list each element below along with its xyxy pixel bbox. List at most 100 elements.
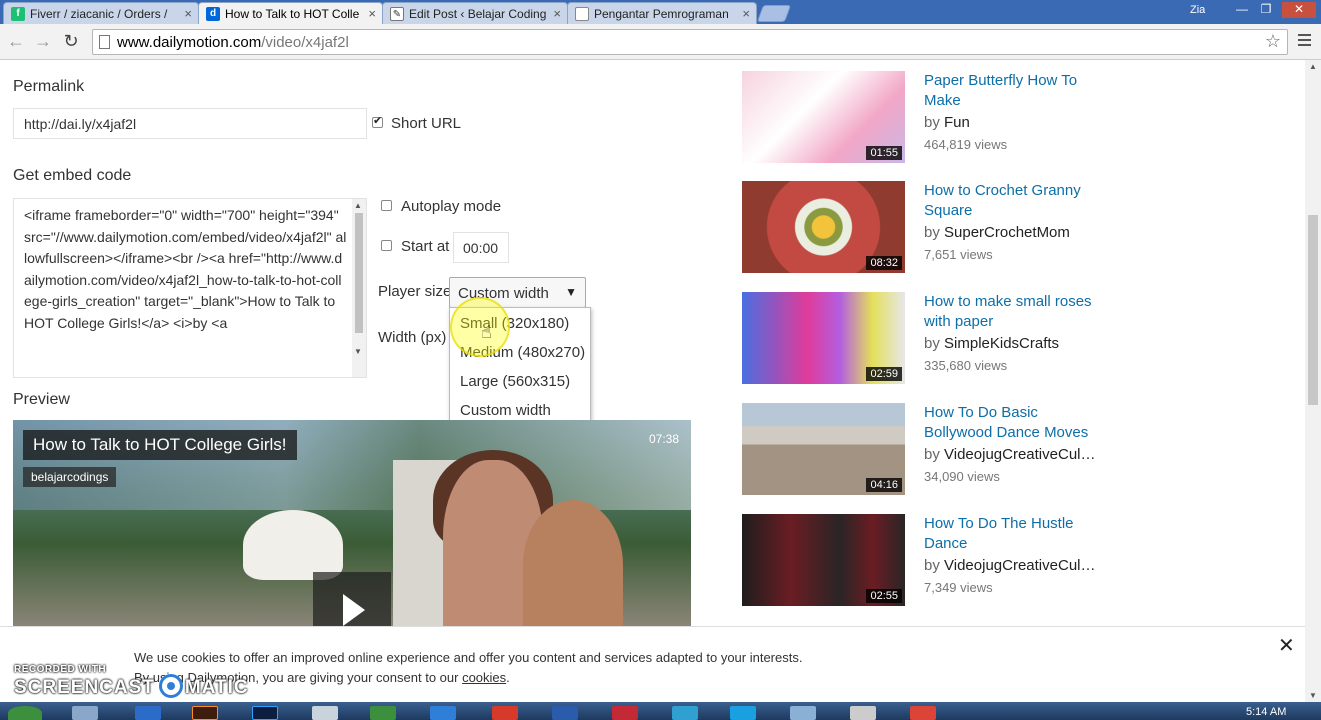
tab-dailymotion[interactable]: d How to Talk to HOT Colle × — [198, 2, 383, 24]
notepad-icon[interactable] — [312, 706, 338, 720]
video-person — [523, 500, 623, 626]
embed-code-label: Get embed code — [13, 167, 132, 184]
tab-label: Pengantar Pemrograman — [594, 7, 729, 21]
profile-name[interactable]: Zia — [1190, 4, 1205, 16]
video-thumbnail[interactable]: 08:32 — [742, 181, 905, 273]
related-views: 7,651 views — [924, 247, 993, 262]
ie-icon[interactable] — [135, 706, 161, 720]
scroll-thumb[interactable] — [355, 213, 363, 333]
app-icon[interactable] — [612, 706, 638, 720]
video-thumbnail[interactable]: 02:59 — [742, 292, 905, 384]
video-thumbnail[interactable]: 01:55 — [742, 71, 905, 163]
video-thumbnail[interactable]: 02:55 — [742, 514, 905, 606]
filezilla-icon[interactable] — [492, 706, 518, 720]
option-custom-width[interactable]: Custom width — [460, 402, 551, 419]
scroll-up-icon[interactable]: ▲ — [1309, 62, 1317, 71]
width-label: Width (px) — [378, 329, 447, 346]
app-icon[interactable] — [790, 706, 816, 720]
permalink-field[interactable]: http://dai.ly/x4jaf2l — [13, 108, 367, 139]
app-icon[interactable] — [672, 706, 698, 720]
hand-cursor-icon: ☝ — [481, 322, 492, 342]
restore-icon[interactable]: ❐ — [1254, 2, 1278, 18]
video-duration: 07:38 — [648, 432, 679, 446]
related-author: by SimpleKidsCrafts — [924, 335, 1060, 352]
related-video[interactable]: 02:55 How To Do The Hustle Dance by Vide… — [742, 514, 1112, 606]
video-thumbnail[interactable]: 04:16 — [742, 403, 905, 495]
word-icon[interactable] — [552, 706, 578, 720]
close-tab-icon[interactable]: × — [368, 6, 376, 21]
scroll-thumb[interactable] — [1308, 215, 1318, 405]
tab-pengantar[interactable]: Pengantar Pemrograman × — [567, 2, 757, 24]
screencast-watermark: RECORDED WITH SCREENCAST MATIC — [14, 664, 249, 699]
close-tab-icon[interactable]: × — [742, 6, 750, 21]
thumbnail-duration: 04:16 — [866, 478, 902, 492]
embed-code-textarea[interactable]: <iframe frameborder="0" width="700" heig… — [13, 198, 367, 378]
textarea-scrollbar[interactable]: ▲ ▼ — [352, 199, 366, 377]
photoshop-icon[interactable] — [252, 706, 278, 720]
watermark-recorded: RECORDED WITH — [14, 664, 107, 675]
video-channel[interactable]: belajarcodings — [23, 467, 117, 487]
minimize-icon[interactable]: — — [1230, 2, 1254, 18]
fiverr-icon: f — [11, 7, 25, 21]
scroll-down-icon[interactable]: ▼ — [1309, 691, 1317, 700]
page-icon — [575, 7, 589, 21]
thumbnail-duration: 08:32 — [866, 256, 902, 270]
start-icon[interactable] — [8, 706, 42, 720]
page-scrollbar[interactable]: ▲ ▼ — [1305, 60, 1321, 702]
scroll-up-icon[interactable]: ▲ — [354, 201, 362, 210]
short-url-checkbox[interactable] — [372, 114, 383, 128]
wordpress-icon: ✎ — [390, 7, 404, 21]
video-title[interactable]: How to Talk to HOT College Girls! — [23, 430, 297, 460]
url-text: www.dailymotion.com/video/x4jaf2l — [117, 34, 349, 51]
tab-label: How to Talk to HOT Colle — [225, 7, 360, 21]
vscode-icon[interactable] — [430, 706, 456, 720]
related-title[interactable]: How to make small roses with paper — [924, 292, 1104, 331]
close-tab-icon[interactable]: × — [553, 6, 561, 21]
watermark-right: MATIC — [184, 677, 249, 698]
bookmark-star-icon[interactable]: ☆ — [1265, 31, 1281, 52]
close-window-icon[interactable]: ✕ — [1282, 2, 1316, 18]
preview-label: Preview — [13, 391, 70, 408]
related-video[interactable]: 02:59 How to make small roses with paper… — [742, 292, 1112, 384]
play-icon[interactable] — [313, 572, 391, 626]
close-tab-icon[interactable]: × — [184, 6, 192, 21]
related-views: 7,349 views — [924, 580, 993, 595]
video-preview[interactable]: How to Talk to HOT College Girls! belaja… — [13, 420, 691, 626]
new-tab-button[interactable] — [756, 5, 792, 22]
reload-icon[interactable]: ↻ — [60, 31, 82, 52]
related-video[interactable]: 08:32 How to Crochet Granny Square by Su… — [742, 181, 1112, 273]
related-views: 34,090 views — [924, 469, 1000, 484]
chrome-icon[interactable] — [910, 706, 936, 720]
close-icon[interactable]: ✕ — [1278, 633, 1295, 658]
related-title[interactable]: How To Do Basic Bollywood Dance Moves — [924, 403, 1104, 442]
tab-fiverr[interactable]: f Fiverr / ziacanic / Orders / × — [3, 2, 199, 24]
related-video[interactable]: 01:55 Paper Butterfly How To Make by Fun… — [742, 71, 1112, 163]
back-icon[interactable]: ← — [5, 31, 27, 52]
start-at-field[interactable]: 00:00 — [453, 232, 509, 263]
taskbar-clock: 5:14 AM — [1246, 706, 1287, 718]
app-icon[interactable] — [370, 706, 396, 720]
thumbnail-duration: 02:59 — [866, 367, 902, 381]
forward-icon[interactable]: → — [32, 31, 54, 52]
menu-icon[interactable] — [1298, 34, 1311, 49]
related-author: by Fun — [924, 114, 970, 131]
explorer-icon[interactable] — [72, 706, 98, 720]
address-bar[interactable]: www.dailymotion.com/video/x4jaf2l ☆ — [92, 29, 1288, 55]
page-info-icon[interactable] — [99, 35, 110, 49]
option-large[interactable]: Large (560x315) — [460, 373, 570, 390]
tab-edit-post[interactable]: ✎ Edit Post ‹ Belajar Coding × — [382, 2, 568, 24]
scroll-down-icon[interactable]: ▼ — [354, 347, 362, 356]
related-title[interactable]: How To Do The Hustle Dance — [924, 514, 1104, 553]
start-at-checkbox[interactable] — [381, 240, 392, 251]
related-title[interactable]: Paper Butterfly How To Make — [924, 71, 1104, 110]
start-at-label: Start at — [401, 238, 450, 255]
skype-icon[interactable] — [730, 706, 756, 720]
app-icon[interactable] — [850, 706, 876, 720]
chevron-down-icon: ▼ — [565, 285, 577, 299]
related-video[interactable]: 04:16 How To Do Basic Bollywood Dance Mo… — [742, 403, 1112, 495]
autoplay-checkbox[interactable] — [381, 200, 392, 211]
illustrator-icon[interactable] — [192, 706, 218, 720]
related-title[interactable]: How to Crochet Granny Square — [924, 181, 1104, 220]
dailymotion-icon: d — [206, 7, 220, 21]
cookies-link[interactable]: cookies — [462, 670, 506, 685]
